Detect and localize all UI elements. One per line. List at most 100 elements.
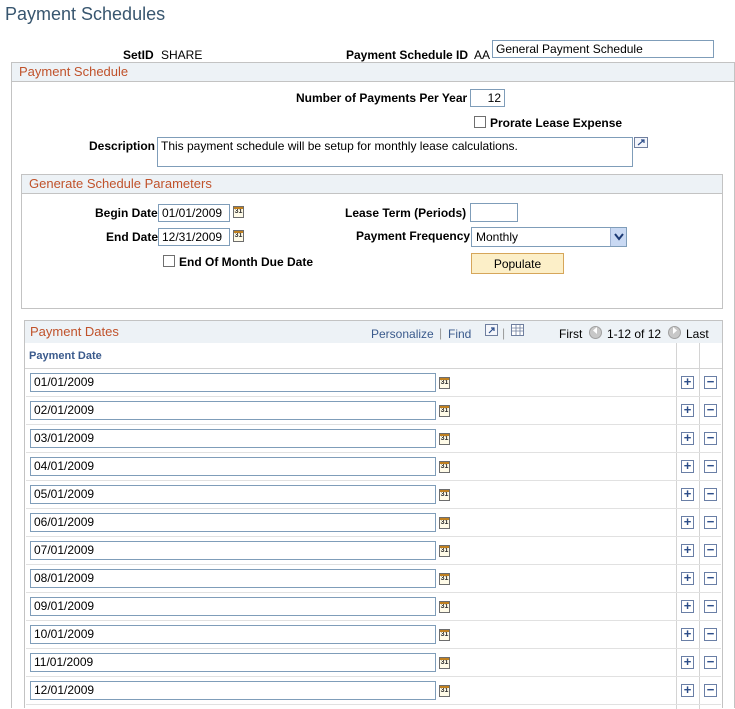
payment-date-input[interactable]: 02/01/2009 bbox=[30, 401, 436, 420]
payment-date-calendar-icon[interactable]: 31 bbox=[439, 573, 450, 585]
remove-row-button[interactable]: − bbox=[704, 459, 717, 473]
add-row-button[interactable]: + bbox=[681, 655, 694, 669]
grid-column-header bbox=[25, 343, 722, 369]
add-row-button[interactable]: + bbox=[681, 627, 694, 641]
add-row-button[interactable]: + bbox=[681, 599, 694, 613]
add-row-button[interactable]: + bbox=[681, 683, 694, 697]
remove-row-button[interactable]: − bbox=[704, 375, 717, 389]
table-row: 01/01/2009 31 + − bbox=[26, 369, 721, 397]
add-row-button[interactable]: + bbox=[681, 571, 694, 585]
frequency-select[interactable]: Monthly bbox=[471, 227, 627, 247]
payment-date-input[interactable]: 09/01/2009 bbox=[30, 597, 436, 616]
remove-row-button[interactable]: − bbox=[704, 683, 717, 697]
remove-row-button[interactable]: − bbox=[704, 571, 717, 585]
payment-date-calendar-icon[interactable]: 31 bbox=[439, 517, 450, 529]
description-label: Description bbox=[89, 139, 156, 153]
payment-date-input[interactable]: 07/01/2009 bbox=[30, 541, 436, 560]
remove-row-button[interactable]: − bbox=[704, 543, 717, 557]
add-row-button[interactable]: + bbox=[681, 515, 694, 529]
remove-row-button[interactable]: − bbox=[704, 431, 717, 445]
table-row: 12/01/2009 31 + − bbox=[26, 677, 721, 705]
payment-date-calendar-icon[interactable]: 31 bbox=[439, 433, 450, 445]
begin-date-label: Begin Date bbox=[95, 206, 158, 220]
payment-date-input[interactable]: 06/01/2009 bbox=[30, 513, 436, 532]
payment-date-calendar-icon[interactable]: 31 bbox=[439, 601, 450, 613]
setid-label: SetID bbox=[123, 48, 154, 62]
next-icon bbox=[668, 326, 681, 339]
schedule-id-label: Payment Schedule ID bbox=[346, 48, 469, 62]
frequency-value: Monthly bbox=[476, 230, 519, 244]
description-textarea[interactable]: This payment schedule will be setup for … bbox=[157, 137, 633, 167]
table-row: 08/01/2009 31 + − bbox=[26, 565, 721, 593]
payment-date-input[interactable]: 12/01/2009 bbox=[30, 681, 436, 700]
add-row-button[interactable]: + bbox=[681, 375, 694, 389]
payment-date-input[interactable]: 10/01/2009 bbox=[30, 625, 436, 644]
page-title: Payment Schedules bbox=[5, 4, 166, 24]
remove-row-button[interactable]: − bbox=[704, 403, 717, 417]
table-row: 04/01/2009 31 + − bbox=[26, 453, 721, 481]
payment-date-input[interactable]: 08/01/2009 bbox=[30, 569, 436, 588]
payment-date-calendar-icon[interactable]: 31 bbox=[439, 405, 450, 417]
schedule-description-field[interactable]: General Payment Schedule bbox=[492, 40, 714, 58]
remove-row-button[interactable]: − bbox=[704, 627, 717, 641]
remove-row-button[interactable]: − bbox=[704, 599, 717, 613]
populate-button[interactable]: Populate bbox=[471, 253, 564, 274]
payment-date-input[interactable]: 03/01/2009 bbox=[30, 429, 436, 448]
chevron-down-icon[interactable] bbox=[610, 228, 626, 246]
remove-row-button[interactable]: − bbox=[704, 515, 717, 529]
schedule-id-value: AA bbox=[474, 48, 491, 62]
expand-icon[interactable] bbox=[634, 137, 648, 148]
generate-parameters-header: Generate Schedule Parameters bbox=[22, 175, 722, 194]
payment-date-calendar-icon[interactable]: 31 bbox=[439, 629, 450, 641]
table-row: 10/01/2009 31 + − bbox=[26, 621, 721, 649]
add-row-button[interactable]: + bbox=[681, 459, 694, 473]
frequency-label: Payment Frequency bbox=[356, 229, 471, 243]
add-row-button[interactable]: + bbox=[681, 403, 694, 417]
begin-date-input[interactable]: 01/01/2009 bbox=[158, 204, 230, 222]
payment-date-calendar-icon[interactable]: 31 bbox=[439, 489, 450, 501]
last-label: Last bbox=[686, 327, 709, 341]
payment-date-input[interactable]: 05/01/2009 bbox=[30, 485, 436, 504]
first-label: First bbox=[559, 327, 583, 341]
table-row: 07/01/2009 31 + − bbox=[26, 537, 721, 565]
payment-date-input[interactable]: 11/01/2009 bbox=[30, 653, 436, 672]
remove-row-button[interactable]: − bbox=[704, 487, 717, 501]
prorate-checkbox[interactable] bbox=[474, 116, 486, 128]
payment-date-input[interactable]: 04/01/2009 bbox=[30, 457, 436, 476]
add-row-button[interactable]: + bbox=[681, 431, 694, 445]
end-date-input[interactable]: 12/31/2009 bbox=[158, 228, 230, 246]
add-row-button[interactable]: + bbox=[681, 543, 694, 557]
download-grid-icon[interactable] bbox=[511, 324, 524, 336]
payment-dates-grid: Payment Dates Personalize | Find | First… bbox=[24, 320, 723, 709]
payment-date-input[interactable]: 01/01/2009 bbox=[30, 373, 436, 392]
row-range: 1-12 of 12 bbox=[607, 327, 662, 341]
table-row: 11/01/2009 31 + − bbox=[26, 649, 721, 677]
end-date-calendar-icon[interactable]: 31 bbox=[233, 230, 244, 242]
personalize-link[interactable]: Personalize bbox=[371, 327, 434, 341]
payment-date-calendar-icon[interactable]: 31 bbox=[439, 377, 450, 389]
payment-dates-title: Payment Dates bbox=[30, 324, 119, 339]
nav-separator: | bbox=[439, 326, 443, 340]
previous-icon bbox=[589, 326, 602, 339]
payment-date-calendar-icon[interactable]: 31 bbox=[439, 685, 450, 697]
find-link[interactable]: Find bbox=[448, 327, 471, 341]
num-payments-input[interactable]: 12 bbox=[470, 89, 505, 107]
add-row-button[interactable]: + bbox=[681, 487, 694, 501]
begin-date-calendar-icon[interactable]: 31 bbox=[233, 206, 244, 218]
eom-checkbox[interactable] bbox=[163, 255, 175, 267]
nav-separator-2: | bbox=[502, 326, 506, 340]
payment-date-calendar-icon[interactable]: 31 bbox=[439, 545, 450, 557]
lease-term-label: Lease Term (Periods) bbox=[345, 206, 467, 220]
payment-schedule-header: Payment Schedule bbox=[12, 63, 734, 82]
payment-date-calendar-icon[interactable]: 31 bbox=[439, 657, 450, 669]
remove-row-button[interactable]: − bbox=[704, 655, 717, 669]
setid-value: SHARE bbox=[161, 48, 203, 62]
table-row: 03/01/2009 31 + − bbox=[26, 425, 721, 453]
eom-label: End Of Month Due Date bbox=[179, 255, 313, 269]
table-row: 05/01/2009 31 + − bbox=[26, 481, 721, 509]
view-all-icon[interactable] bbox=[485, 324, 498, 336]
table-row: 06/01/2009 31 + − bbox=[26, 509, 721, 537]
lease-term-input[interactable] bbox=[470, 203, 518, 222]
payment-date-calendar-icon[interactable]: 31 bbox=[439, 461, 450, 473]
num-payments-label: Number of Payments Per Year bbox=[296, 91, 468, 105]
